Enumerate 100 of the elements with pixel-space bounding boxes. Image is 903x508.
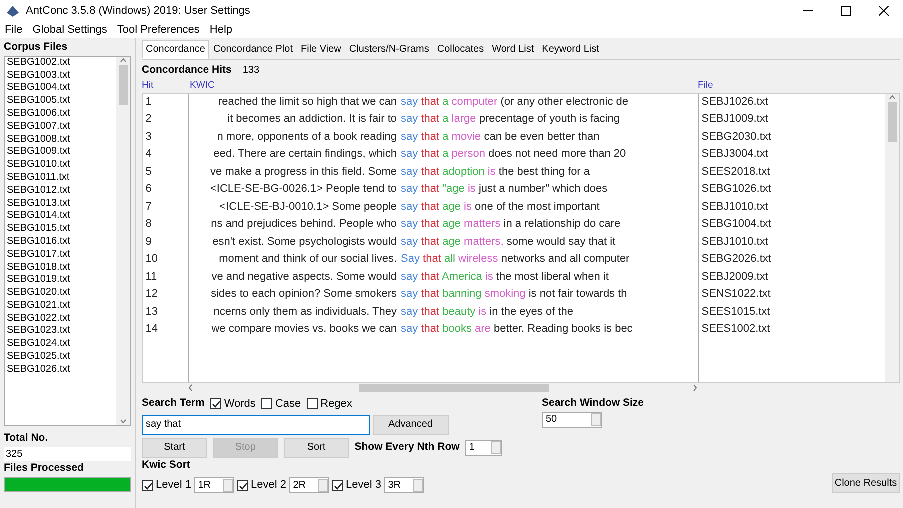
tab[interactable]: File View [296, 40, 346, 59]
scroll-left-icon[interactable] [188, 384, 194, 392]
nth-row-spinner[interactable]: 1 [465, 440, 502, 456]
kwic-left-context: it becomes an addiction. It is fair to [226, 112, 398, 128]
search-field[interactable]: say that [142, 414, 370, 435]
file-item[interactable]: SEBG1017.txt [7, 248, 116, 262]
checkbox[interactable] [261, 398, 272, 410]
action-button[interactable]: Sort [284, 438, 350, 458]
checkbox-label: Regex [320, 396, 352, 412]
file-item[interactable]: SEBG1009.txt [7, 146, 116, 160]
kwic-right-context: can be even better than [484, 130, 600, 143]
scrollbar-thumb[interactable] [359, 384, 549, 392]
checkbox[interactable] [236, 480, 248, 490]
tab[interactable]: Keyword List [538, 40, 604, 59]
file-item[interactable]: SEBG1004.txt [7, 82, 116, 96]
file-item[interactable]: SEBG1012.txt [7, 184, 116, 198]
column-header[interactable]: File [698, 78, 714, 93]
file-item[interactable]: SEBG1005.txt [7, 95, 116, 108]
file-item[interactable]: SEBG1002.txt [7, 56, 116, 70]
hits-label: Concordance Hits [142, 62, 232, 78]
kwic-word: that [421, 148, 440, 160]
scroll-up-icon[interactable] [888, 94, 896, 102]
checkbox[interactable] [210, 398, 222, 410]
menu-item[interactable]: File [5, 22, 23, 38]
tab[interactable]: Concordance [142, 40, 210, 59]
tab[interactable]: Clusters/N-Grams [345, 40, 434, 59]
hit-number: 12 [144, 287, 159, 302]
file-item[interactable]: SEBG1013.txt [7, 198, 116, 210]
file-item[interactable]: SEBG1014.txt [7, 210, 116, 224]
kwic-word: say [401, 148, 418, 160]
advanced-button[interactable]: Advanced [372, 414, 449, 435]
kwic-word: say [401, 270, 418, 283]
file-item[interactable]: SEBG1007.txt [7, 120, 116, 134]
file-name: SEES1002.txt [700, 322, 772, 338]
kwic-word: wireless [458, 253, 498, 266]
kwic-word: say [401, 236, 418, 248]
kwic-word: person [452, 148, 486, 160]
tab[interactable]: Concordance Plot [209, 40, 297, 59]
kwic-word: say [401, 306, 418, 318]
maximize-icon[interactable] [841, 6, 851, 16]
scrollbar-thumb[interactable] [888, 102, 896, 142]
kwic-word: that [421, 183, 440, 196]
file-item[interactable]: SEBG1026.txt [7, 364, 116, 377]
file-item[interactable]: SEBG1006.txt [7, 108, 116, 121]
tab[interactable]: Word List [488, 40, 538, 59]
checkbox[interactable] [306, 398, 318, 410]
window-size-spinner[interactable]: 50 [542, 412, 602, 428]
scrollbar-thumb[interactable] [118, 64, 128, 105]
kwic-word: say [401, 96, 418, 108]
checkbox-label: Level 1 [156, 478, 192, 493]
file-item[interactable]: SEBG1022.txt [7, 312, 116, 326]
column-header[interactable]: KWIC [188, 78, 698, 93]
scrollbar[interactable] [885, 94, 899, 382]
kwic-word: a [442, 113, 449, 126]
file-item[interactable]: SEBG1003.txt [7, 70, 116, 82]
level-spinner[interactable]: 1R [194, 477, 234, 493]
checkbox[interactable] [142, 480, 153, 490]
corpus-files-label: Corpus Files [4, 40, 69, 55]
action-button[interactable]: Start [142, 438, 208, 458]
file-item[interactable]: SEBG1015.txt [7, 223, 116, 236]
kwic-word: matters, [464, 236, 504, 248]
file-item[interactable]: SEBG1024.txt [7, 338, 116, 352]
file-name: SEBJ3004.txt [700, 147, 770, 162]
close-icon[interactable] [879, 6, 889, 16]
kwic-left-context: ve make a progress in this field. Some [210, 164, 398, 180]
kwic-word: computer [452, 96, 498, 108]
column-header[interactable]: Hit [142, 78, 188, 93]
menu-item[interactable]: Help [210, 22, 233, 38]
scroll-right-icon[interactable] [692, 384, 698, 392]
tab[interactable]: Collocates [433, 40, 488, 59]
file-item[interactable]: SEBG1019.txt [7, 274, 116, 288]
file-item[interactable]: SEBG1008.txt [7, 134, 116, 146]
hit-number: 2 [144, 112, 153, 128]
kwic-word: a [442, 148, 449, 160]
file-item[interactable]: SEBG1010.txt [7, 159, 116, 172]
file-item[interactable]: SEBG1018.txt [7, 262, 116, 274]
kwic-word: that [421, 270, 440, 283]
level-spinner[interactable]: 2R [289, 477, 330, 493]
file-name: SEBG1026.txt [700, 182, 772, 198]
file-item[interactable]: SEBG1011.txt [7, 172, 116, 185]
file-item[interactable]: SEBG1020.txt [7, 287, 116, 300]
menu-item[interactable]: Global Settings [32, 22, 108, 38]
scroll-up-icon[interactable] [120, 56, 126, 65]
file-item[interactable]: SEBG1016.txt [7, 236, 116, 249]
kwic-left-context: ve and negative aspects. Some would [210, 270, 398, 285]
clone-results-button[interactable]: Clone Results [832, 473, 900, 494]
file-item[interactable]: SEBG1021.txt [7, 300, 116, 313]
scrollbar[interactable] [116, 56, 130, 425]
menu-item[interactable]: Tool Preferences [117, 22, 200, 38]
file-name: SEBJ1010.txt [700, 200, 770, 215]
level-spinner[interactable]: 3R [384, 477, 424, 493]
kwic-word: large [452, 113, 476, 126]
kwic-right-context: the best thing for a [498, 166, 590, 178]
file-item[interactable]: SEBG1025.txt [7, 351, 116, 364]
kwic-left-context: <ICLE-SE-BJ-0010.1> Some people [218, 200, 398, 215]
scrollbar[interactable] [188, 382, 698, 393]
file-item[interactable]: SEBG1023.txt [7, 325, 116, 338]
kwic-word: that [421, 236, 440, 248]
kwic-right-context: precentage of youth is facing [479, 113, 620, 126]
checkbox[interactable] [332, 480, 343, 490]
